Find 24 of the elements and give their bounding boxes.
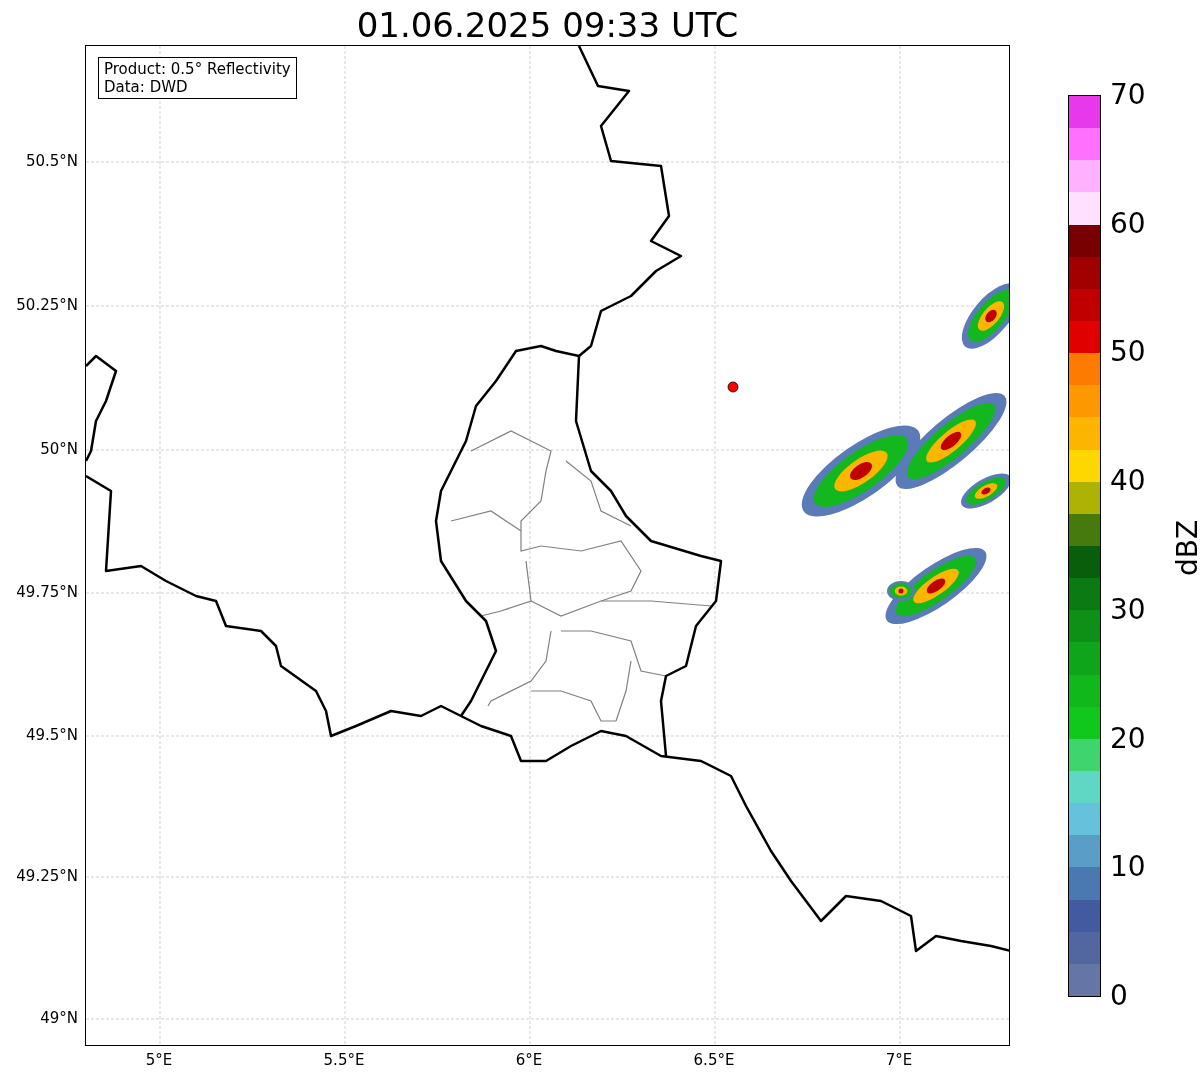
latitude-label: 49.75°N [16, 583, 78, 601]
figure-title: 01.06.2025 09:33 UTC [355, 4, 740, 46]
latitude-label: 50.5°N [25, 152, 78, 170]
colorbar-tick-label: 50 [1110, 336, 1146, 369]
colorbar-tick-label: 10 [1110, 851, 1146, 884]
info-text: Data: DWD [104, 78, 189, 96]
latitude-label: 49.25°N [16, 867, 78, 885]
longitude-label: 6°E [515, 1051, 543, 1069]
colorbar-tick-label: 40 [1110, 465, 1146, 498]
longitude-label: 6.5°E [693, 1051, 735, 1069]
longitude-label: 7°E [885, 1051, 913, 1069]
latitude-label: 50°N [40, 440, 78, 458]
colorbar-tick-label: 70 [1110, 79, 1146, 111]
latitude-label: 50.25°N [16, 296, 78, 314]
longitude-label: 5°E [145, 1051, 173, 1069]
latitude-label: 49.5°N [25, 726, 78, 744]
colorbar-label: dBZ [1172, 519, 1202, 577]
longitude-label: 5.5°E [323, 1051, 365, 1069]
colorbar-tick-label: 0 [1110, 980, 1128, 1012]
colorbar-tick-label: 60 [1110, 207, 1146, 240]
colorbar-tick-label: 30 [1110, 593, 1146, 626]
info-text: Product: 0.5° Reflectivity [104, 60, 291, 78]
colorbar-tick-label: 20 [1110, 722, 1146, 755]
latitude-label: 49°N [40, 1009, 78, 1027]
